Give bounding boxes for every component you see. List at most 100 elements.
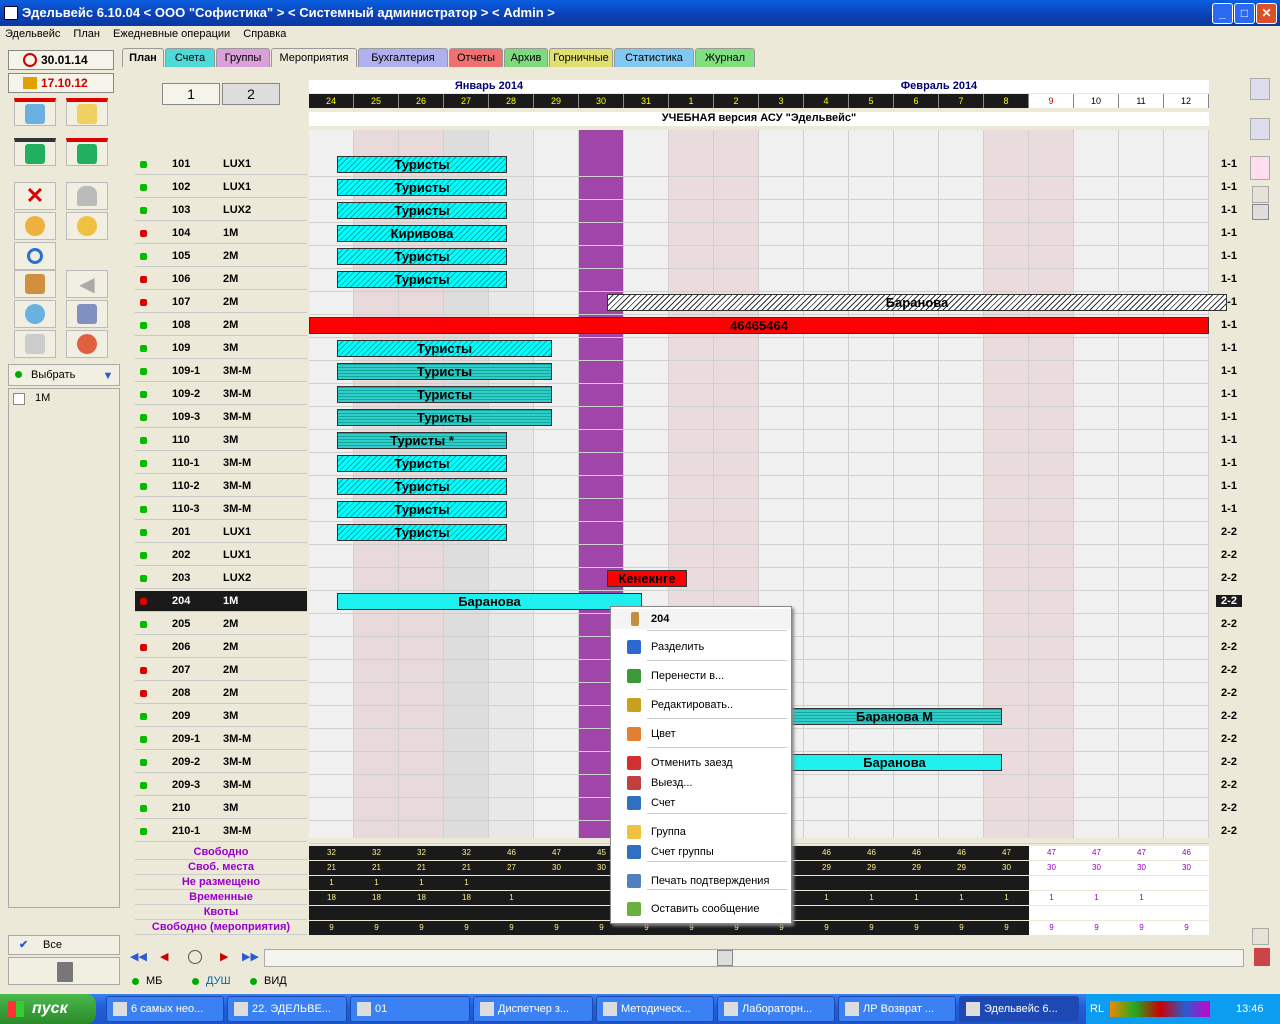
room-number[interactable]: 107 — [172, 296, 190, 308]
day-header[interactable]: 8 — [984, 94, 1029, 108]
task-4[interactable]: Методическ... — [596, 996, 714, 1022]
context-item-1[interactable]: Перенести в... — [611, 666, 791, 686]
guest-button[interactable] — [14, 212, 56, 240]
day-header[interactable]: 6 — [894, 94, 939, 108]
scroll-up-button[interactable] — [1252, 186, 1269, 203]
context-item-2[interactable]: Редактировать.. — [611, 695, 791, 715]
room-number[interactable]: 109-1 — [172, 365, 200, 377]
booking-bar[interactable]: 46465464 — [309, 317, 1209, 334]
view-button-2[interactable]: 2 — [222, 83, 280, 105]
tray-icons[interactable] — [1110, 1001, 1210, 1017]
room-number[interactable]: 101 — [172, 158, 190, 170]
menu-daily-ops[interactable]: Ежедневные операции — [108, 26, 235, 42]
room-number[interactable]: 203 — [172, 572, 190, 584]
booking-bar[interactable]: Туристы — [337, 202, 507, 219]
tab-6[interactable]: Архив — [504, 48, 548, 67]
menu-plan[interactable]: План — [68, 26, 105, 42]
user-button[interactable] — [14, 300, 56, 328]
group-button[interactable] — [66, 212, 108, 240]
day-header[interactable]: 26 — [399, 94, 444, 108]
day-header[interactable]: 31 — [624, 94, 669, 108]
day-header[interactable]: 11 — [1119, 94, 1164, 108]
type-checkbox[interactable] — [13, 393, 25, 405]
tab-1[interactable]: Счета — [165, 48, 215, 67]
room-number[interactable]: 109-3 — [172, 411, 200, 423]
minimize-button[interactable]: _ — [1212, 3, 1233, 24]
hscroll-thumb[interactable] — [717, 950, 733, 966]
choose-dropdown[interactable]: Выбрать ▼ — [8, 364, 120, 386]
room-number[interactable]: 110 — [172, 434, 190, 446]
booking-bar[interactable]: Баранова — [607, 294, 1227, 311]
tab-3[interactable]: Мероприятия — [271, 48, 357, 67]
room-number[interactable]: 104 — [172, 227, 190, 239]
tab-5[interactable]: Отчеты — [449, 48, 503, 67]
booking-bar[interactable]: Киривова — [337, 225, 507, 242]
view-grid-button[interactable] — [1250, 78, 1270, 100]
room-number[interactable]: 206 — [172, 641, 190, 653]
room-number[interactable]: 110-2 — [172, 480, 200, 492]
day-header[interactable]: 7 — [939, 94, 984, 108]
context-item-8[interactable]: Счет группы — [611, 842, 791, 862]
print-button[interactable] — [14, 330, 56, 358]
task-7[interactable]: Эдельвейс 6... — [959, 996, 1079, 1022]
room-number[interactable]: 209-2 — [172, 756, 200, 768]
day-header[interactable]: 28 — [489, 94, 534, 108]
day-header[interactable]: 25 — [354, 94, 399, 108]
booking-bar[interactable]: Туристы — [337, 271, 507, 288]
room-number[interactable]: 109 — [172, 342, 190, 354]
task-6[interactable]: ЛР Возврат ... — [838, 996, 956, 1022]
trash-button[interactable] — [8, 957, 120, 985]
last-page-icon[interactable]: ▶▶ — [242, 950, 259, 963]
prev-page-icon[interactable]: ◀ — [160, 950, 168, 963]
language-indicator[interactable]: RL — [1090, 994, 1104, 1024]
room-number[interactable]: 209-3 — [172, 779, 200, 791]
room-number[interactable]: 210 — [172, 802, 190, 814]
booking-bar[interactable]: Кенекнге — [607, 570, 687, 587]
room-number[interactable]: 109-2 — [172, 388, 200, 400]
booking-bar[interactable]: Туристы — [337, 156, 507, 173]
clock-icon[interactable] — [188, 950, 202, 964]
room-number[interactable]: 108 — [172, 319, 190, 331]
context-item-6[interactable]: Счет — [611, 793, 791, 813]
day-header[interactable]: 29 — [534, 94, 579, 108]
booking-bar[interactable]: Баранова — [337, 593, 642, 610]
room-number[interactable]: 110-3 — [172, 503, 200, 515]
maximize-button[interactable]: □ — [1234, 3, 1255, 24]
task-0[interactable]: 6 самых нео... — [106, 996, 224, 1022]
booking-bar[interactable]: Туристы * — [337, 432, 507, 449]
tab-0[interactable]: План — [122, 48, 164, 67]
room-number[interactable]: 209-1 — [172, 733, 200, 745]
back-button[interactable]: ◀ — [66, 270, 108, 298]
export-button[interactable] — [1250, 156, 1270, 180]
room-number[interactable]: 207 — [172, 664, 190, 676]
day-header[interactable]: 1 — [669, 94, 714, 108]
horizontal-scrollbar[interactable] — [264, 949, 1244, 967]
task-5[interactable]: Лабораторн... — [717, 996, 835, 1022]
context-item-5[interactable]: Выезд... — [611, 773, 791, 793]
task-3[interactable]: Диспетчер з... — [473, 996, 593, 1022]
day-header[interactable]: 30 — [579, 94, 624, 108]
room-number[interactable]: 110-1 — [172, 457, 200, 469]
view-button-1[interactable]: 1 — [162, 83, 220, 105]
start-button[interactable]: пуск — [0, 994, 96, 1024]
close-button[interactable]: ✕ — [1256, 3, 1277, 24]
day-header[interactable]: 5 — [849, 94, 894, 108]
scroll-down-button[interactable] — [1252, 928, 1269, 945]
room-number[interactable]: 202 — [172, 549, 190, 561]
booking-bar[interactable]: Туристы — [337, 340, 552, 357]
context-item-3[interactable]: Цвет — [611, 724, 791, 744]
search-button[interactable] — [14, 242, 56, 270]
calendar-icon[interactable] — [1254, 948, 1270, 966]
room-number[interactable]: 208 — [172, 687, 190, 699]
booking-bar[interactable]: Баранова М — [787, 708, 1002, 725]
room-number[interactable]: 204 — [172, 595, 190, 607]
room-number[interactable]: 209 — [172, 710, 190, 722]
day-header[interactable]: 9 — [1029, 94, 1074, 108]
context-item-7[interactable]: Группа — [611, 822, 791, 842]
task-1[interactable]: 22. ЭДЕЛЬВЕ... — [227, 996, 347, 1022]
phone-alert-button[interactable] — [66, 138, 108, 166]
booking-bar[interactable]: Туристы — [337, 179, 507, 196]
room-number[interactable]: 210-1 — [172, 825, 200, 837]
tab-2[interactable]: Группы — [216, 48, 270, 67]
day-header[interactable]: 4 — [804, 94, 849, 108]
